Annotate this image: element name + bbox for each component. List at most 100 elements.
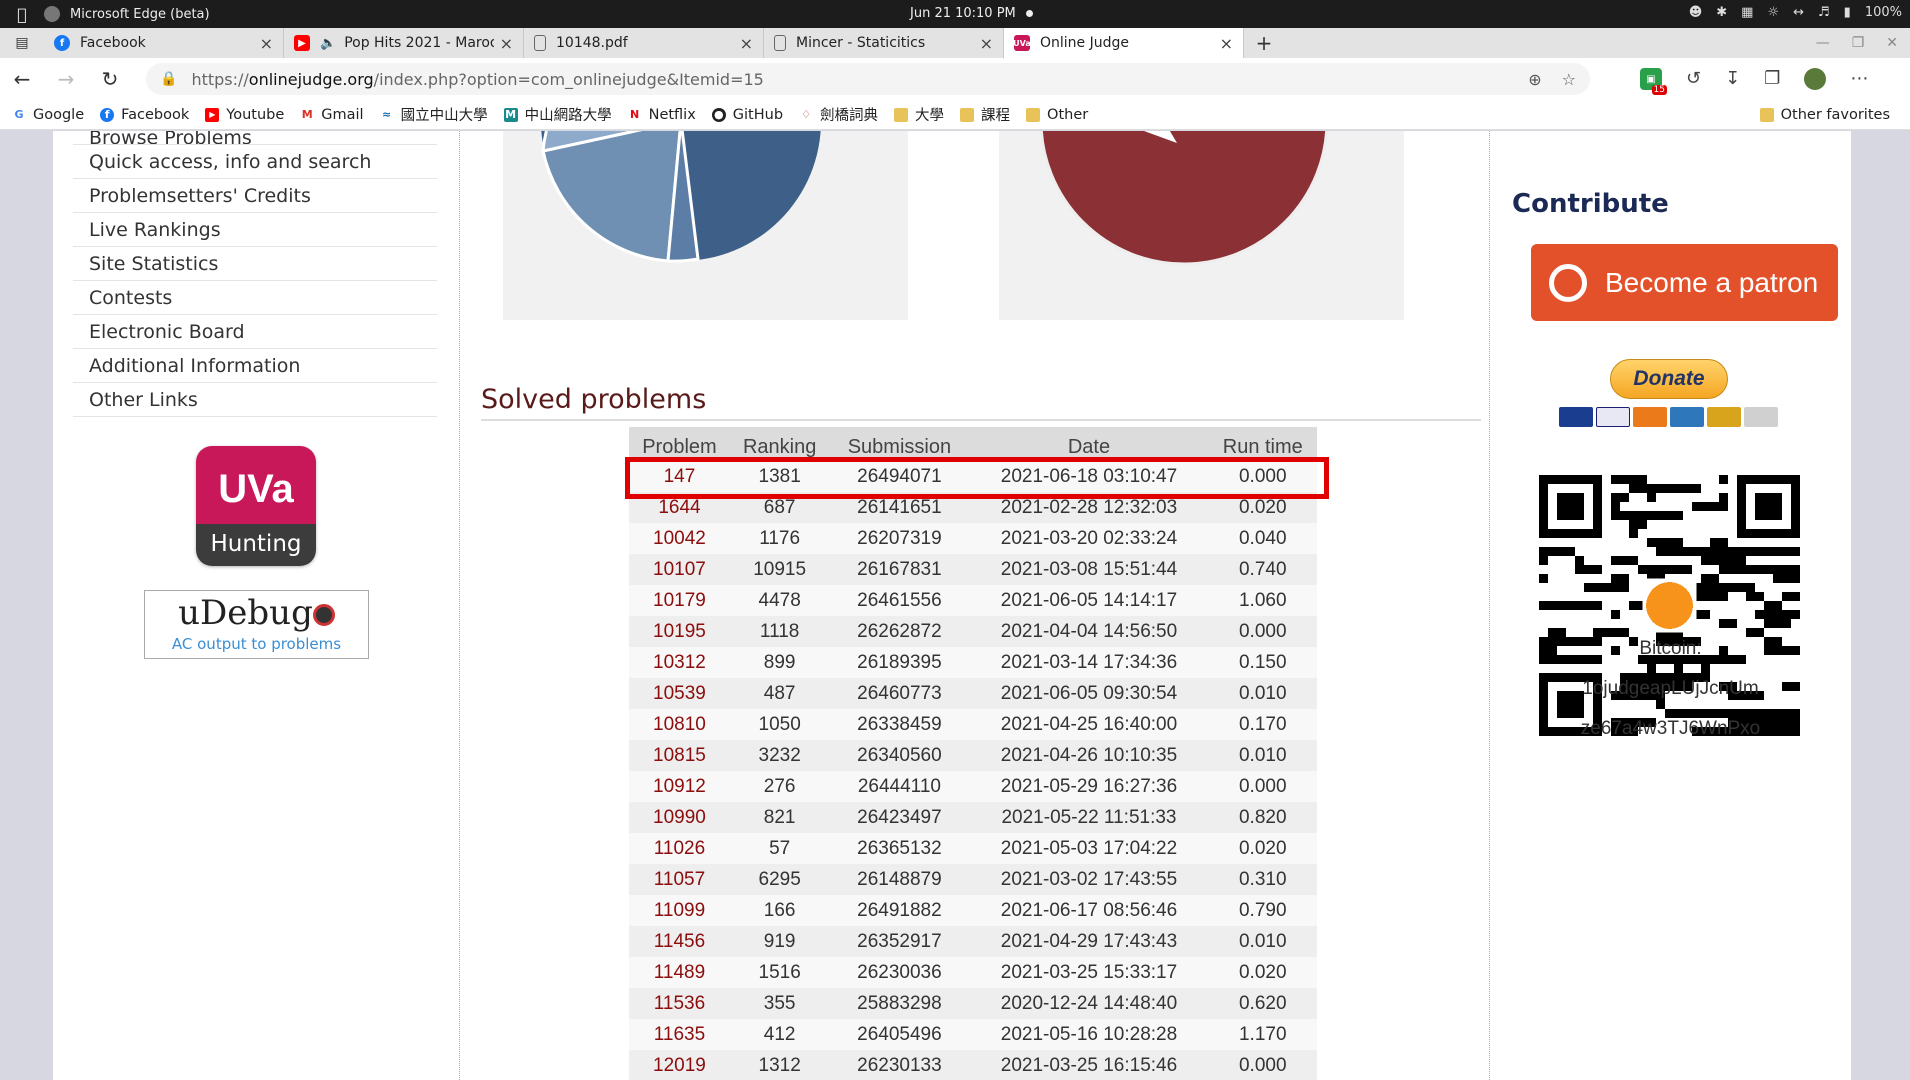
- problem-link[interactable]: 10195: [629, 616, 730, 647]
- reload-icon[interactable]: ↻: [88, 67, 132, 91]
- problem-link[interactable]: 10912: [629, 771, 730, 802]
- menu-item[interactable]: Other Links: [73, 383, 437, 417]
- favorite-star-icon[interactable]: ☆: [1562, 70, 1576, 89]
- address-bar[interactable]: 🔒 https://onlinejudge.org/index.php?opti…: [146, 63, 1590, 95]
- close-icon[interactable]: ×: [980, 34, 993, 53]
- input-method-icon[interactable]: ▦: [1741, 5, 1753, 20]
- problem-link[interactable]: 10810: [629, 709, 730, 740]
- menu-item[interactable]: Site Statistics: [73, 247, 437, 281]
- qr-module: [1593, 628, 1602, 637]
- close-icon[interactable]: ×: [1220, 34, 1233, 53]
- qr-module: [1773, 574, 1782, 583]
- problem-link[interactable]: 10539: [629, 678, 730, 709]
- bookmark-github[interactable]: ● GitHub: [711, 107, 783, 123]
- problem-link[interactable]: 11057: [629, 864, 730, 895]
- tab-facebook[interactable]: f Facebook ×: [44, 28, 284, 58]
- qr-module: [1548, 628, 1557, 637]
- menu-item[interactable]: Additional Information: [73, 349, 437, 383]
- tab-pdf[interactable]: 10148.pdf ×: [524, 28, 764, 58]
- menu-item[interactable]: Contests: [73, 281, 437, 315]
- solved-problems-table: Problem Ranking Submission Date Run time…: [629, 427, 1317, 1080]
- close-icon[interactable]: ×: [500, 34, 513, 53]
- more-menu-icon[interactable]: ⋯: [1850, 68, 1868, 90]
- lock-icon[interactable]: 🔒: [160, 71, 177, 87]
- problem-link[interactable]: 10107: [629, 554, 730, 585]
- extension-icon[interactable]: ▣ 15: [1640, 68, 1667, 95]
- close-icon[interactable]: ×: [740, 34, 753, 53]
- clock[interactable]: Jun 21 10:10 PM: [910, 6, 1033, 21]
- new-tab-button[interactable]: +: [1244, 28, 1284, 58]
- tab-online-judge[interactable]: UVa Online Judge ×: [1004, 28, 1244, 58]
- forward-icon[interactable]: →: [44, 67, 88, 91]
- bookmark-folder-other[interactable]: Other: [1026, 107, 1088, 123]
- volume-icon[interactable]: ♬: [1818, 5, 1830, 20]
- problem-link[interactable]: 10990: [629, 802, 730, 833]
- bookmark-folder-courses[interactable]: 課程: [960, 104, 1010, 125]
- qr-module: [1656, 700, 1665, 709]
- paypal-donate-button[interactable]: Donate: [1610, 359, 1728, 399]
- zoom-icon[interactable]: ⊕: [1528, 70, 1541, 89]
- udebug-banner[interactable]: uDebug AC output to problems: [144, 590, 369, 659]
- problem-link[interactable]: 10312: [629, 647, 730, 678]
- problem-link[interactable]: 11536: [629, 988, 730, 1019]
- bookmark-netflix[interactable]: N Netflix: [628, 107, 696, 123]
- bookmark-youtube[interactable]: ▶ Youtube: [205, 107, 284, 123]
- history-icon[interactable]: ↺: [1686, 68, 1701, 90]
- close-window-icon[interactable]: ✕: [1886, 35, 1898, 51]
- become-patron-button[interactable]: Become a patron: [1531, 244, 1838, 321]
- gamepad-icon[interactable]: ☻: [1689, 5, 1703, 20]
- menu-item[interactable]: Browse Problems: [73, 131, 437, 145]
- tab-mincer[interactable]: Mincer - Staticitics ×: [764, 28, 1004, 58]
- brightness-icon[interactable]: ☼: [1767, 5, 1779, 20]
- problem-link[interactable]: 12019: [629, 1050, 730, 1080]
- other-favorites[interactable]: Other favorites: [1759, 107, 1890, 123]
- bookmark-facebook[interactable]: f Facebook: [100, 107, 189, 123]
- minimize-icon[interactable]: —: [1816, 35, 1830, 51]
- close-icon[interactable]: ×: [260, 34, 273, 53]
- menu-item[interactable]: Live Rankings: [73, 213, 437, 247]
- table-cell: 0.620: [1208, 988, 1317, 1019]
- profile-avatar[interactable]: [1804, 68, 1827, 90]
- problem-link[interactable]: 11489: [629, 957, 730, 988]
- restore-icon[interactable]: ❐: [1852, 35, 1865, 51]
- battery-icon[interactable]: ▮: [1844, 5, 1851, 20]
- speaker-icon[interactable]: 🔈: [320, 36, 336, 51]
- table-cell: 0.000: [1208, 1050, 1317, 1080]
- problem-link[interactable]: 10815: [629, 740, 730, 771]
- problem-link[interactable]: 11026: [629, 833, 730, 864]
- table-cell: 919: [729, 926, 830, 957]
- menu-item[interactable]: Problemsetters' Credits: [73, 179, 437, 213]
- problem-link[interactable]: 11456: [629, 926, 730, 957]
- folder-icon: [960, 107, 975, 122]
- uva-hunting-logo[interactable]: UVa Hunting: [196, 446, 316, 566]
- downloads-icon[interactable]: ↧: [1725, 68, 1740, 90]
- problem-link[interactable]: 10042: [629, 523, 730, 554]
- menu-item[interactable]: Electronic Board: [73, 315, 437, 349]
- back-icon[interactable]: ←: [0, 67, 44, 91]
- problem-link[interactable]: 11635: [629, 1019, 730, 1050]
- qr-module: [1746, 709, 1755, 718]
- bluetooth-icon[interactable]: ✱: [1716, 5, 1727, 20]
- bookmark-nsysu[interactable]: ≈ 國立中山大學: [380, 104, 488, 125]
- bookmark-folder-university[interactable]: 大學: [894, 104, 944, 125]
- edge-app-icon: [44, 6, 60, 22]
- tab-actions-icon[interactable]: ▤: [0, 28, 44, 58]
- problem-link[interactable]: 10179: [629, 585, 730, 616]
- qr-module: [1611, 556, 1620, 565]
- bookmark-google[interactable]: G Google: [12, 107, 84, 123]
- table-cell: 26460773: [829, 678, 970, 709]
- qr-module: [1557, 601, 1566, 610]
- problem-link[interactable]: 11099: [629, 895, 730, 926]
- table-row: 10107 10915 26167831 2021-03-08 15:51:44 0.7…: [629, 554, 1317, 585]
- collections-icon[interactable]: ❐: [1764, 68, 1780, 90]
- network-icon[interactable]: ↔: [1793, 5, 1804, 20]
- tab-youtube[interactable]: ▶ 🔈 Pop Hits 2021 - Maroo ×: [284, 28, 524, 58]
- qr-module: [1647, 538, 1656, 547]
- bookmark-cambridge[interactable]: ♢ 劍橋詞典: [799, 104, 878, 125]
- apple-icon[interactable]: : [0, 5, 44, 24]
- table-cell: 899: [729, 647, 830, 678]
- table-cell: 0.000: [1208, 616, 1317, 647]
- bookmark-gmail[interactable]: M Gmail: [300, 107, 364, 123]
- menu-item[interactable]: Quick access, info and search: [73, 145, 437, 179]
- bookmark-nsysu-cyber[interactable]: M 中山網路大學: [503, 104, 612, 125]
